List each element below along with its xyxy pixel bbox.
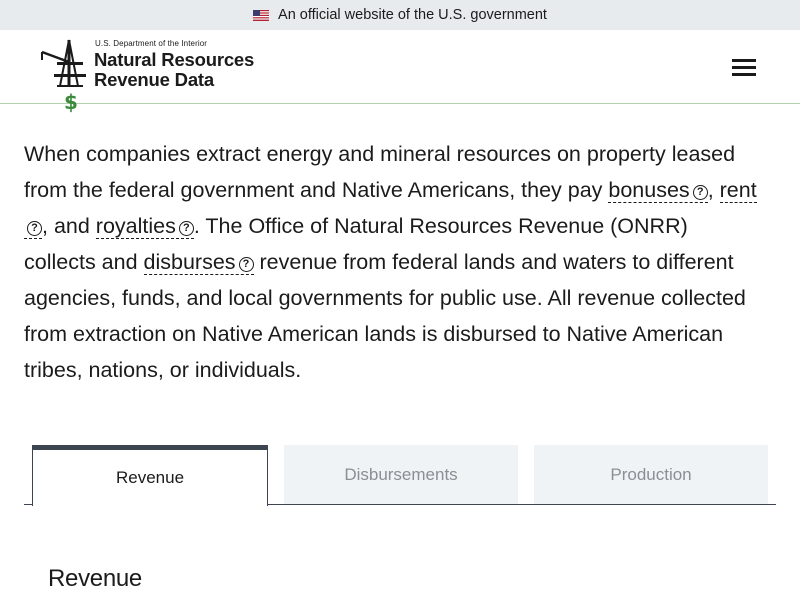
hamburger-menu-icon[interactable] — [732, 59, 758, 79]
logo-dollar-sign: $ — [64, 90, 78, 114]
term-label: royalties — [95, 214, 176, 238]
logo-department: U.S. Department of the Interior — [95, 39, 208, 48]
term-label: rent — [719, 178, 757, 202]
tab-production[interactable]: Production — [534, 445, 768, 504]
gov-banner-text: An official website of the U.S. governme… — [278, 7, 547, 23]
oil-rig-icon — [41, 39, 86, 87]
logo-title-line2: Revenue Data — [94, 69, 214, 90]
logo-title-line1: Natural Resources — [94, 49, 255, 70]
help-icon: ? — [27, 221, 42, 236]
tab-revenue[interactable]: Revenue — [32, 445, 268, 506]
us-flag-icon — [253, 9, 270, 21]
intro-separator: , and — [42, 214, 96, 238]
tab-label: Disbursements — [344, 464, 458, 484]
help-icon: ? — [238, 257, 254, 272]
data-tabs: Revenue Disbursements Production — [24, 445, 776, 506]
tab-label: Revenue — [115, 468, 185, 487]
gov-banner: An official website of the U.S. governme… — [0, 0, 800, 30]
site-header: $ U.S. Department of the Interior Natura… — [0, 30, 800, 114]
site-logo[interactable]: $ U.S. Department of the Interior Natura… — [40, 38, 290, 114]
help-icon: ? — [692, 185, 708, 200]
tab-disbursements[interactable]: Disbursements — [284, 445, 518, 504]
section-title: Revenue — [48, 565, 142, 592]
glossary-term-bonuses[interactable]: bonuses? — [608, 178, 708, 203]
intro-paragraph: When companies extract energy and minera… — [24, 136, 764, 388]
help-icon: ? — [178, 221, 194, 236]
glossary-term-royalties[interactable]: royalties? — [95, 214, 194, 239]
term-label: disburses — [143, 250, 236, 274]
intro-separator: , — [707, 178, 720, 202]
term-label: bonuses — [608, 178, 690, 202]
glossary-term-disburses[interactable]: disburses? — [143, 250, 254, 275]
tab-label: Production — [610, 464, 692, 484]
